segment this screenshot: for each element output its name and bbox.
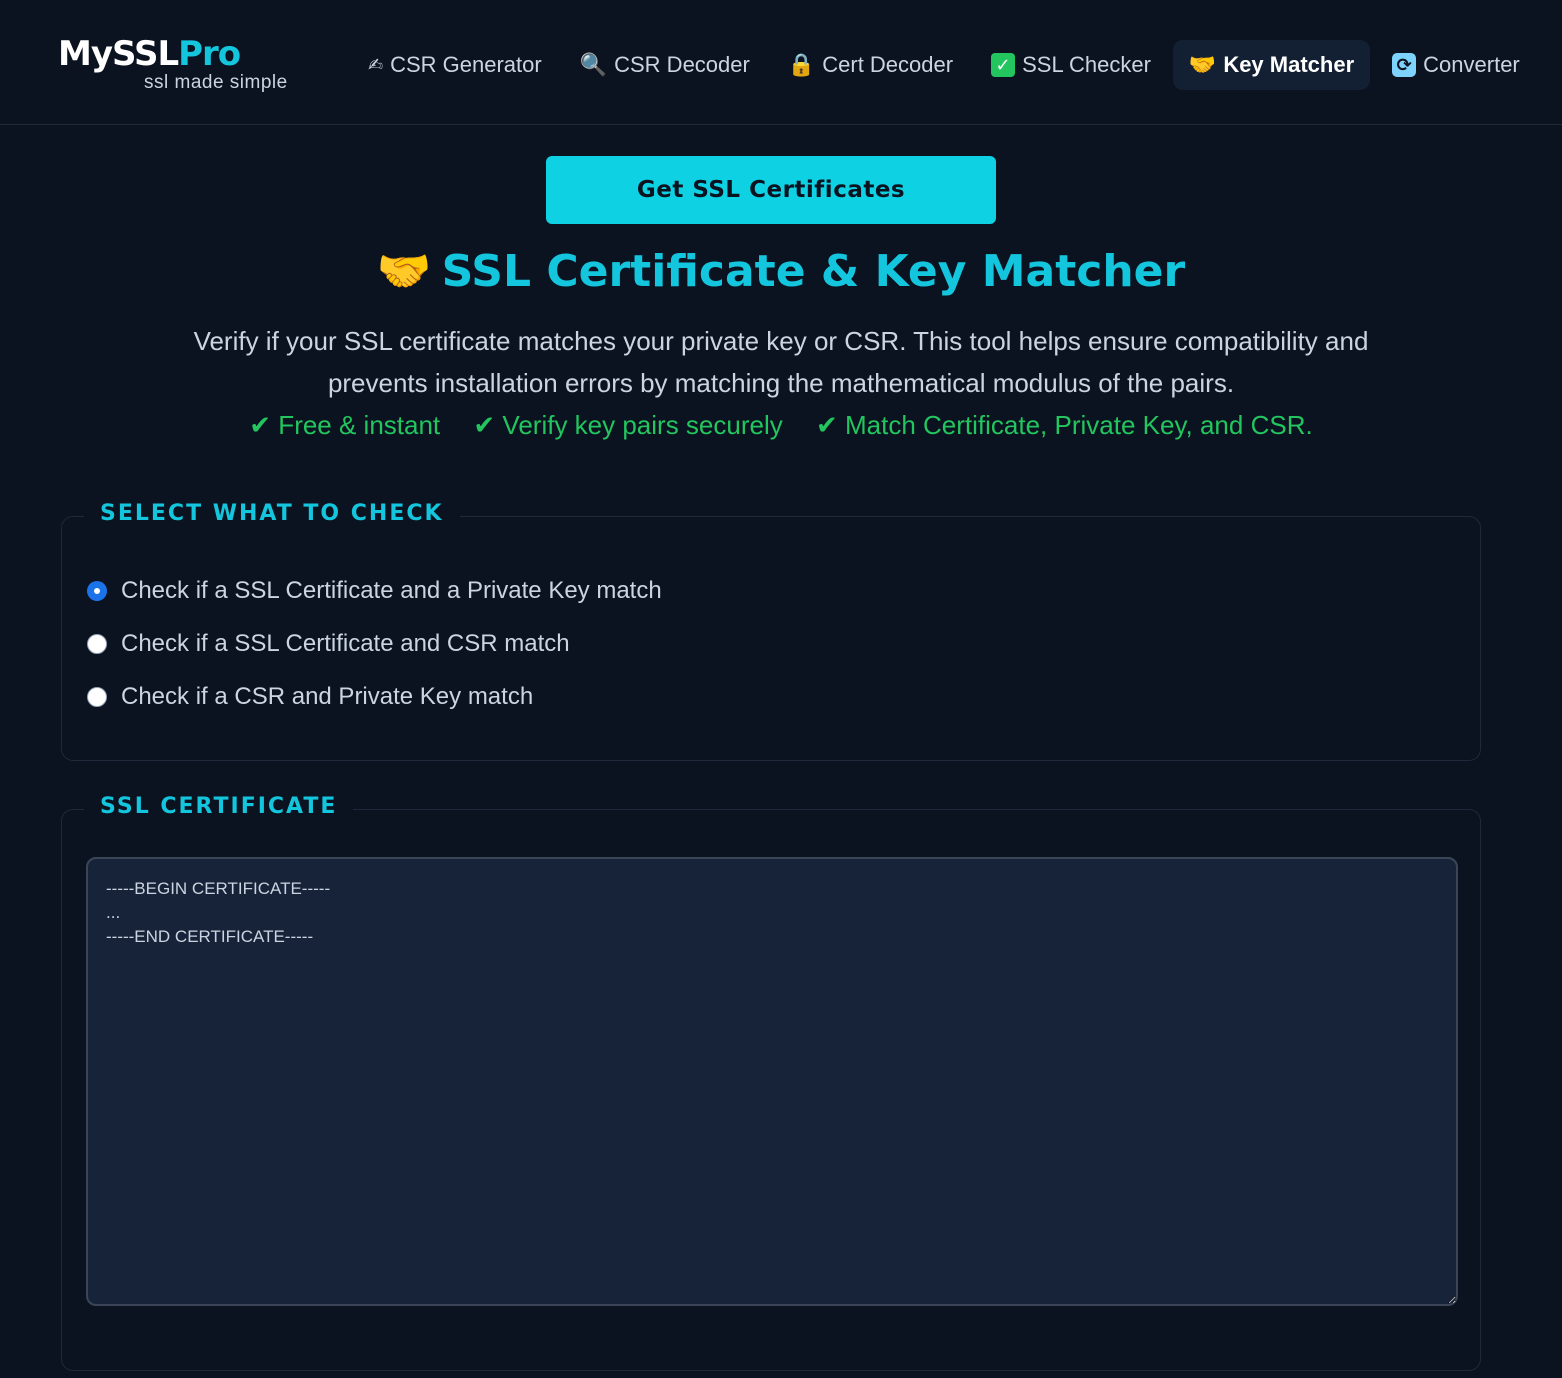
brand-tagline: ssl made simple bbox=[144, 72, 288, 93]
brand-name: MySSLPro bbox=[58, 36, 328, 72]
radio-csr-key[interactable] bbox=[87, 687, 107, 707]
nav-label: Cert Decoder bbox=[822, 52, 954, 77]
radio-cert-csr[interactable] bbox=[87, 634, 107, 654]
handshake-icon: 🤝 bbox=[1188, 52, 1217, 77]
brand-name-accent: Pro bbox=[178, 34, 241, 74]
option-cert-csr[interactable]: Check if a SSL Certificate and CSR match bbox=[87, 630, 570, 658]
check-type-legend: SELECT WHAT TO CHECK bbox=[84, 501, 460, 526]
radio-cert-key[interactable] bbox=[87, 581, 107, 601]
ssl-certificate-legend: SSL CERTIFICATE bbox=[84, 794, 354, 819]
main-nav: ✍ CSR Generator 🔍 CSR Decoder 🔒 Cert Dec… bbox=[352, 40, 1542, 90]
get-ssl-certificates-button[interactable]: Get SSL Certificates bbox=[546, 156, 996, 224]
ssl-certificate-fieldset: SSL CERTIFICATE bbox=[61, 794, 1481, 1371]
feature-list: ✔ Free & instant ✔ Verify key pairs secu… bbox=[0, 410, 1562, 441]
page-title: 🤝 SSL Certificate & Key Matcher bbox=[0, 242, 1562, 302]
nav-label: SSL Checker bbox=[1022, 52, 1151, 77]
lock-icon: 🔒 bbox=[787, 52, 816, 77]
ssl-certificate-input[interactable] bbox=[86, 857, 1458, 1306]
nav-label: Key Matcher bbox=[1223, 52, 1355, 77]
brand-name-main: MySSL bbox=[58, 34, 179, 74]
writing-hand-icon: ✍ bbox=[368, 55, 384, 75]
convert-arrows-icon: ⟳ bbox=[1392, 53, 1417, 77]
option-label: Check if a SSL Certificate and a Private… bbox=[121, 577, 662, 604]
option-label: Check if a SSL Certificate and CSR match bbox=[121, 630, 570, 657]
option-csr-key[interactable]: Check if a CSR and Private Key match bbox=[87, 683, 533, 711]
nav-cert-decoder[interactable]: 🔒 Cert Decoder bbox=[772, 40, 969, 90]
page-title-text: SSL Certificate & Key Matcher bbox=[441, 246, 1186, 297]
site-header: MySSLPro ssl made simple ✍ CSR Generator… bbox=[0, 0, 1562, 125]
nav-label: CSR Decoder bbox=[614, 52, 750, 77]
feature-item: ✔ Verify key pairs securely bbox=[473, 410, 783, 440]
check-type-fieldset: SELECT WHAT TO CHECK Check if a SSL Cert… bbox=[61, 501, 1481, 761]
feature-item: ✔ Match Certificate, Private Key, and CS… bbox=[815, 410, 1313, 440]
nav-label: CSR Generator bbox=[390, 52, 542, 77]
magnifier-icon: 🔍 bbox=[579, 52, 608, 77]
nav-csr-generator[interactable]: ✍ CSR Generator bbox=[352, 40, 558, 90]
handshake-icon: 🤝 bbox=[376, 246, 432, 297]
option-cert-key[interactable]: Check if a SSL Certificate and a Private… bbox=[87, 577, 662, 605]
check-box-icon: ✓ bbox=[991, 53, 1016, 77]
nav-csr-decoder[interactable]: 🔍 CSR Decoder bbox=[564, 40, 766, 90]
brand-logo[interactable]: MySSLPro ssl made simple bbox=[58, 36, 328, 94]
feature-item: ✔ Free & instant bbox=[249, 410, 441, 440]
option-label: Check if a CSR and Private Key match bbox=[121, 683, 534, 710]
nav-converter[interactable]: ⟳ Converter bbox=[1376, 40, 1536, 90]
nav-key-matcher[interactable]: 🤝 Key Matcher bbox=[1172, 40, 1371, 90]
page-description: Verify if your SSL certificate matches y… bbox=[193, 326, 1369, 398]
nav-label: Converter bbox=[1423, 52, 1520, 77]
page: MySSLPro ssl made simple ✍ CSR Generator… bbox=[0, 0, 1562, 1378]
nav-ssl-checker[interactable]: ✓ SSL Checker bbox=[975, 40, 1167, 90]
